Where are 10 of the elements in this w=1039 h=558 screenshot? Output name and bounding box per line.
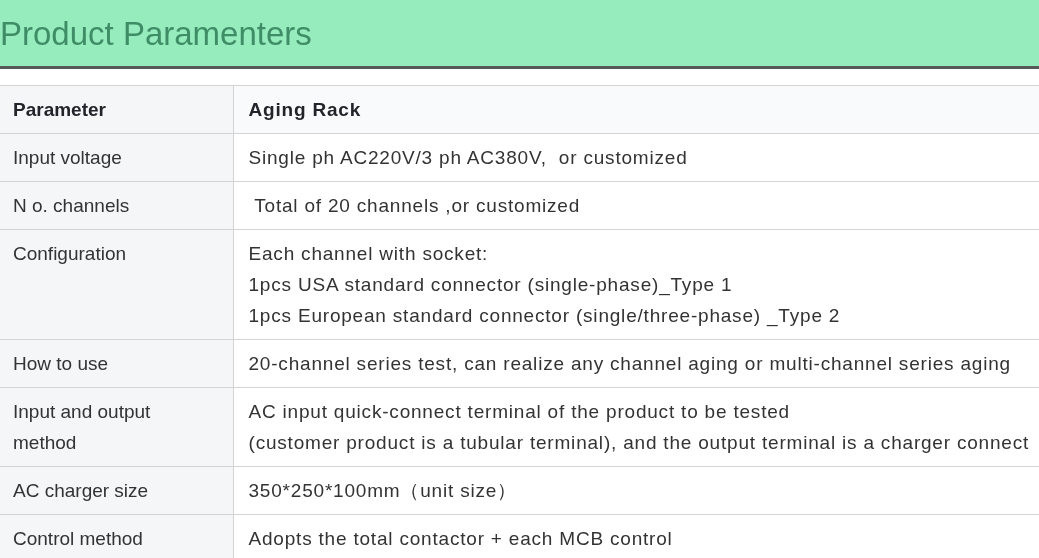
- page-title: Product Paramenters: [0, 16, 312, 50]
- parameter-cell: AC charger size: [0, 466, 233, 515]
- parameter-cell: Configuration: [0, 229, 233, 340]
- parameter-cell: Input and output method: [0, 387, 233, 467]
- parameter-cell: How to use: [0, 339, 233, 388]
- column-header: Aging Rack: [233, 85, 1039, 134]
- parameter-cell: Input voltage: [0, 133, 233, 182]
- column-header: Parameter: [0, 85, 233, 134]
- parameter-cell: Control method: [0, 514, 233, 558]
- parameter-cell: N o. channels: [0, 181, 233, 230]
